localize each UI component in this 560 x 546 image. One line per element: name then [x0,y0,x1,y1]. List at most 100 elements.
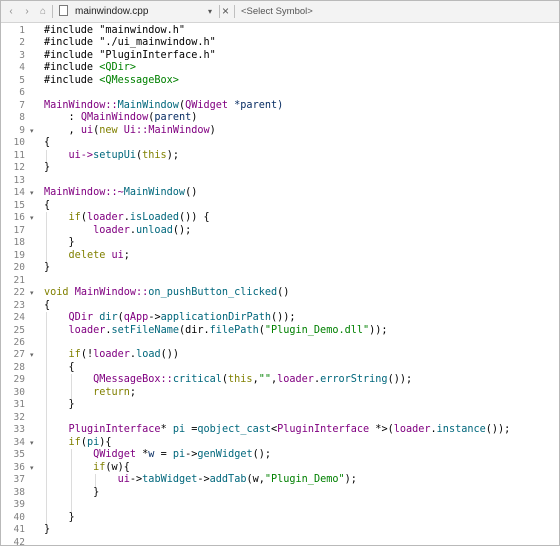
back-icon[interactable]: ‹ [6,5,16,18]
code-token: ui [117,474,130,486]
line-number: 42 [13,536,25,546]
code-token: -> [185,449,198,461]
forward-icon[interactable]: › [22,5,32,18]
code-line: 42 [1,536,559,546]
code-token: QDir [68,312,94,324]
code-line: 4 #include <QDir> [1,62,559,74]
code-line: 25 loader.setFileName(dir.filePath("Plug… [1,325,559,337]
code-token: loader [93,349,130,361]
line-number: 31 [13,399,25,411]
code-token: MainWindow [123,187,186,199]
code-token: -> [197,474,210,486]
code-line: 28 { [1,362,559,374]
code-line: 1 #include "mainwindow.h" [1,25,559,37]
code-token: , [44,124,81,136]
code-token: (! [80,349,94,361]
code-token: instance [436,424,486,436]
code-token: #include [44,74,100,86]
line-number: 4 [19,62,25,74]
code-text: #include <QMessageBox> [44,75,179,87]
code-token: dir [99,312,118,324]
code-token: tabWidget [142,474,198,486]
code-token: MainWindow:: [44,99,118,111]
code-token: #include "./ui_mainwindow.h" [44,37,216,49]
code-token: ){ [99,436,112,448]
code-token: applicationDirPath [160,312,272,324]
symbol-selector[interactable]: <Select Symbol> [241,5,313,18]
code-token: (); [252,449,272,461]
code-token: new [99,124,118,136]
code-text: { [44,200,50,212]
line-number: 15 [13,199,25,211]
chevron-down-icon[interactable]: ▾ [208,5,212,18]
line-number: 6 [19,87,25,99]
code-token: PluginInterface [68,424,161,436]
indent-guide [70,374,72,400]
editor-toolbar: ‹ › ⌂ mainwindow.cpp ▾ × <Select Symbol> [1,1,559,23]
code-text: } [44,262,50,274]
code-token: errorString [320,374,388,386]
code-line: 39 [1,499,559,511]
code-text: #include "PluginInterface.h" [44,50,216,62]
code-text: loader.unload(); [44,225,191,237]
file-tab[interactable]: mainwindow.cpp ▾ [55,4,217,19]
code-token: loader [393,424,431,436]
line-number: 1 [19,25,25,36]
line-number: 34 [13,436,25,448]
code-token: ); [344,474,357,486]
code-token: isLoaded [129,212,179,224]
line-number: 40 [13,511,25,523]
code-editor[interactable]: 1 #include "mainwindow.h" 2 #include "./ui_… [1,23,559,545]
code-token: *>( [369,424,394,436]
code-token: ui [111,249,124,261]
code-token: MainWindow::~ [44,187,124,199]
line-number: 39 [13,499,25,511]
line-number: 41 [13,524,25,536]
indent-guide [46,212,47,263]
code-token: { [44,137,51,149]
code-line: 5 #include <QMessageBox> [1,75,559,87]
fold-toggle-icon[interactable]: ▾ [30,287,34,299]
code-token: if [68,436,81,448]
line-number: 36 [13,461,25,473]
code-token: if [68,212,81,224]
line-number: 38 [13,486,25,498]
fold-toggle-icon[interactable]: ▾ [30,462,34,474]
fold-toggle-icon[interactable]: ▾ [30,212,34,224]
indent-guide [46,149,47,163]
code-token: "Plugin_Demo" [264,474,345,486]
code-token: loader [86,212,124,224]
code-line: 11 ui->setupUi(this); [1,150,559,162]
code-token: ); [166,149,179,161]
fold-toggle-icon[interactable]: ▾ [30,187,34,199]
code-token: Ui::MainWindow [123,124,210,136]
code-token: setFileName [111,324,179,336]
lock-icon[interactable]: ⌂ [38,5,48,18]
code-text: QDir dir(qApp->applicationDirPath()); [44,312,296,324]
code-token: { [44,361,75,373]
code-token: QWidget [93,449,137,461]
code-line: 34 ▾ if(pi){ [1,437,559,449]
code-token: (w){ [105,461,130,473]
code-editor-window: ‹ › ⌂ mainwindow.cpp ▾ × <Select Symbol>… [0,0,560,546]
code-token: { [44,199,51,211]
code-token: filePath [209,324,259,336]
code-token: ()) [160,349,180,361]
toolbar-separator [52,5,53,18]
code-text: MainWindow::MainWindow(QWidget *parent) [44,100,283,112]
code-line: 19 delete ui; [1,250,559,262]
line-number: 11 [13,149,25,161]
code-token: parent [154,112,192,124]
code-token: (dir. [178,324,210,336]
fold-toggle-icon[interactable]: ▾ [30,125,34,137]
code-token: <QMessageBox> [99,74,179,86]
fold-toggle-icon[interactable]: ▾ [30,437,34,449]
close-icon[interactable]: × [222,3,229,19]
code-token: * [136,449,149,461]
fold-toggle-icon[interactable]: ▾ [30,349,34,361]
code-token: addTab [209,474,247,486]
